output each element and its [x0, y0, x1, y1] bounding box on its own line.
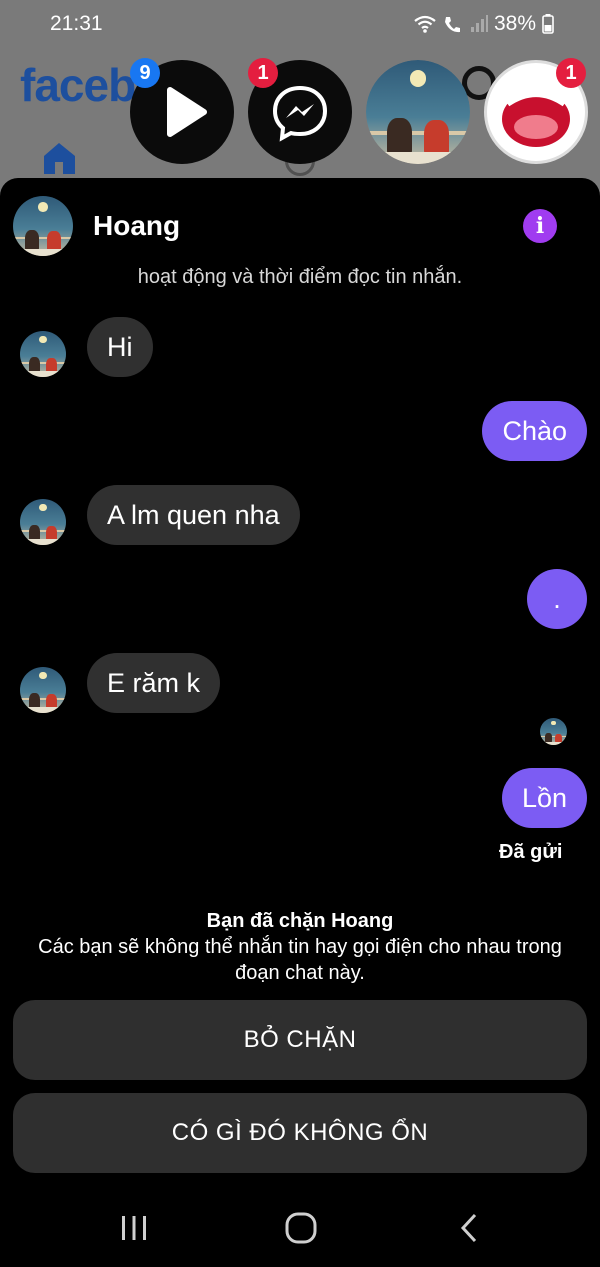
report-problem-button[interactable]: CÓ GÌ ĐÓ KHÔNG ỔN — [13, 1093, 587, 1173]
unblock-button[interactable]: BỎ CHẶN — [13, 1000, 587, 1080]
sent-status: Đã gửi — [499, 841, 563, 863]
status-indicators: 38% — [414, 12, 554, 36]
signal-icon — [470, 15, 488, 33]
info-icon[interactable]: i — [523, 209, 557, 243]
status-time: 21:31 — [50, 12, 103, 35]
blocked-title: Bạn đã chặn Hoang — [206, 910, 394, 932]
sender-avatar — [20, 331, 66, 377]
seen-avatar — [540, 718, 567, 745]
volte-call-icon — [442, 14, 464, 34]
sender-avatar — [20, 499, 66, 545]
avatar — [366, 60, 470, 164]
message-bubble-outgoing[interactable]: Lồn — [501, 768, 587, 828]
chat-head-hoang[interactable] — [366, 60, 470, 164]
notification-badge: 1 — [556, 58, 586, 88]
contact-name[interactable]: Hoang — [93, 210, 180, 242]
blocked-description: Các bạn sẽ không thể nhắn tin hay gọi đi… — [38, 936, 562, 984]
chat-sheet: Hoang i hoạt động và thời điểm đọc tin n… — [0, 178, 600, 1267]
battery-percent: 38% — [493, 12, 536, 35]
message-bubble-incoming[interactable]: E răm k — [87, 653, 221, 713]
back-icon[interactable] — [450, 1208, 490, 1248]
wifi-icon — [414, 15, 436, 33]
notification-badge: 1 — [248, 58, 278, 88]
notification-badge: 9 — [130, 58, 160, 88]
battery-icon — [542, 14, 554, 34]
message-bubble-incoming[interactable]: A lm quen nha — [87, 485, 300, 545]
home-icon — [40, 140, 78, 176]
encryption-notice: hoạt động và thời điểm đọc tin nhắn. — [137, 266, 463, 288]
chat-header: Hoang i — [0, 178, 600, 268]
home-circle-icon[interactable] — [281, 1208, 321, 1248]
message-bubble-outgoing[interactable]: Chào — [482, 401, 587, 461]
sender-avatar — [20, 667, 66, 713]
status-bar: 21:31 38% — [0, 0, 600, 48]
message-bubble-incoming[interactable]: Hi — [87, 317, 153, 377]
recents-icon[interactable] — [114, 1208, 154, 1248]
message-bubble-outgoing[interactable]: . — [527, 569, 587, 629]
contact-avatar[interactable] — [13, 196, 73, 256]
navigation-bar — [0, 1190, 600, 1267]
